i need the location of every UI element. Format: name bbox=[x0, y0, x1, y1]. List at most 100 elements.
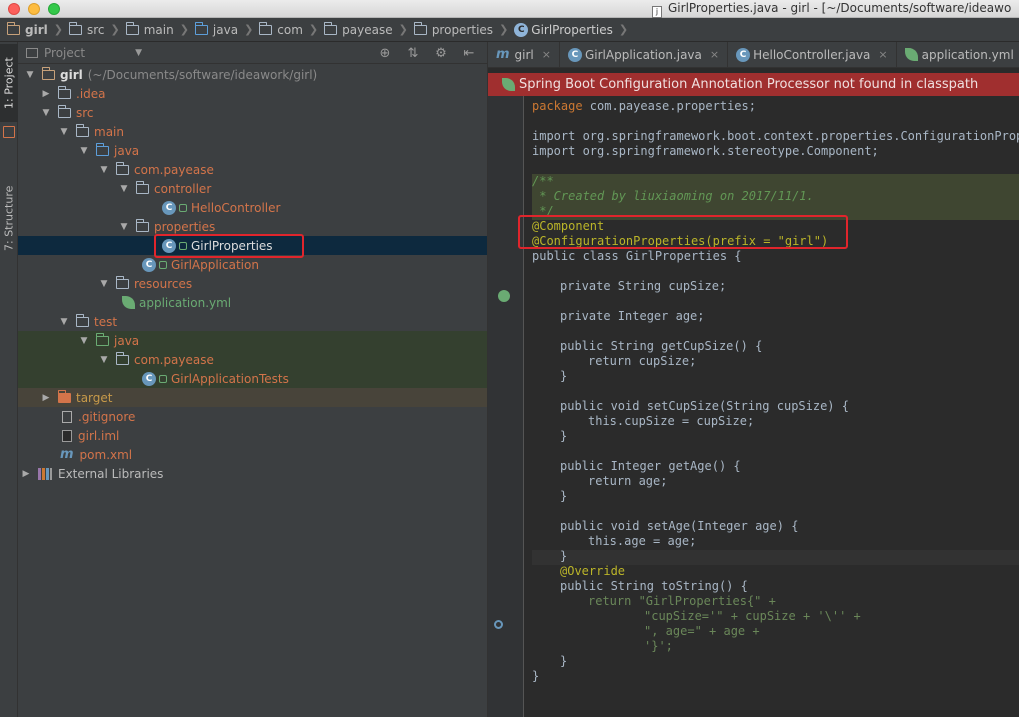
tree-item-hellocontroller[interactable]: C HelloController bbox=[18, 198, 487, 217]
project-tool-tab[interactable]: 1: Project bbox=[0, 44, 18, 122]
code-line: this.cupSize = cupSize; bbox=[588, 414, 755, 428]
tree-item-src[interactable]: ▼ src bbox=[18, 103, 487, 122]
maven-icon: m bbox=[496, 47, 510, 62]
gear-icon[interactable]: ⚙ bbox=[433, 46, 449, 61]
spring-bean-icon[interactable] bbox=[498, 290, 510, 302]
current-line-highlight bbox=[532, 550, 1019, 565]
window-title-bar: j GirlProperties.java - girl - [~/Documen… bbox=[0, 0, 1019, 18]
chevron-down-icon[interactable]: ▼ bbox=[58, 317, 70, 327]
code-line: public Integer getAge() { bbox=[560, 459, 741, 473]
code-line: public String getCupSize() { bbox=[560, 339, 763, 353]
chevron-down-icon[interactable]: ▼ bbox=[24, 70, 36, 80]
code-line: public String toString() { bbox=[560, 579, 748, 593]
tab-girlapplication[interactable]: C GirlApplication.java × bbox=[560, 42, 729, 67]
tab-girl[interactable]: m girl × bbox=[488, 42, 560, 67]
code-line: '}'; bbox=[644, 639, 673, 653]
tree-item-controller[interactable]: ▼ controller bbox=[18, 179, 487, 198]
breadcrumb-girl[interactable]: girl ❯ bbox=[4, 21, 66, 37]
project-view-selector[interactable]: Project bbox=[44, 46, 85, 60]
folder-icon bbox=[76, 123, 89, 137]
override-method-icon[interactable] bbox=[494, 620, 503, 629]
package-icon bbox=[116, 161, 129, 175]
tree-item-test-java[interactable]: ▼ java bbox=[18, 331, 487, 350]
package-icon bbox=[136, 218, 149, 232]
zoom-window-button[interactable] bbox=[48, 3, 60, 15]
tree-item-resources[interactable]: ▼ resources bbox=[18, 274, 487, 293]
folder-icon bbox=[7, 21, 20, 35]
folder-icon bbox=[68, 21, 82, 35]
chevron-down-icon[interactable]: ▼ bbox=[98, 165, 110, 175]
tree-item-girl-iml[interactable]: girl.iml bbox=[18, 426, 487, 445]
chevron-down-icon[interactable]: ▼ bbox=[58, 127, 70, 137]
chevron-right-icon[interactable]: ▶ bbox=[40, 89, 52, 99]
class-icon: C bbox=[736, 47, 751, 62]
package-icon bbox=[324, 21, 338, 35]
code-line: return cupSize; bbox=[588, 354, 697, 368]
structure-tool-tab[interactable]: 7: Structure bbox=[0, 176, 18, 260]
breadcrumb-java[interactable]: java ❯ bbox=[192, 21, 256, 37]
code-editor[interactable]: package com.payease.properties; import o… bbox=[518, 96, 1019, 717]
tree-item-gitignore[interactable]: .gitignore bbox=[18, 407, 487, 426]
breadcrumb-payease[interactable]: payease ❯ bbox=[321, 21, 411, 37]
highlight-box bbox=[154, 234, 304, 258]
tree-item-test-com-payease[interactable]: ▼ com.payease bbox=[18, 350, 487, 369]
breadcrumb-src[interactable]: src ❯ bbox=[66, 21, 123, 37]
text-file-icon bbox=[62, 410, 72, 423]
tree-item-girlapplicationtests[interactable]: C GirlApplicationTests bbox=[18, 369, 487, 388]
code-line: return age; bbox=[588, 474, 668, 488]
tab-application-yml[interactable]: application.yml× bbox=[897, 42, 1019, 67]
spring-leaf-icon bbox=[904, 48, 918, 61]
breadcrumb-girlproperties[interactable]: C GirlProperties ❯ bbox=[511, 22, 631, 37]
chevron-down-icon[interactable]: ▼ bbox=[135, 48, 142, 58]
code-line: import org.springframework.boot.context.… bbox=[532, 129, 1019, 143]
close-icon[interactable]: × bbox=[710, 48, 719, 61]
chevron-down-icon[interactable]: ▼ bbox=[78, 146, 90, 156]
code-line: return "GirlProperties{" + bbox=[588, 594, 776, 608]
collapse-all-icon[interactable]: ⇅ bbox=[405, 46, 421, 61]
chevron-down-icon[interactable]: ▼ bbox=[118, 222, 130, 232]
code-line: } bbox=[532, 669, 540, 683]
code-line: public void setCupSize(String cupSize) { bbox=[560, 399, 849, 413]
close-window-button[interactable] bbox=[8, 3, 20, 15]
scroll-from-source-icon[interactable]: ⊕ bbox=[377, 46, 393, 61]
chevron-right-icon[interactable]: ▶ bbox=[40, 393, 52, 403]
code-line: private String cupSize; bbox=[560, 279, 727, 293]
lock-icon bbox=[159, 260, 167, 269]
breadcrumb-properties[interactable]: properties ❯ bbox=[411, 21, 511, 37]
project-view-icon bbox=[26, 47, 38, 58]
tree-item-target[interactable]: ▶ target bbox=[18, 388, 487, 407]
code-line: /** bbox=[532, 174, 554, 188]
editor-area: m girl × C GirlApplication.java × C HelloCont… bbox=[487, 42, 1019, 717]
code-line: * Created by liuxiaoming on 2017/11/1. bbox=[532, 189, 814, 203]
breadcrumb-main[interactable]: main ❯ bbox=[123, 21, 192, 37]
close-icon[interactable]: × bbox=[878, 48, 887, 61]
code-line: @Override bbox=[560, 564, 626, 578]
code-line: } bbox=[560, 429, 568, 443]
warning-banner: Spring Boot Configuration Annotation Pro… bbox=[488, 73, 1019, 96]
java-file-icon: j bbox=[652, 6, 662, 18]
resources-folder-icon bbox=[116, 275, 129, 289]
tab-hellocontroller[interactable]: C HelloController.java × bbox=[728, 42, 897, 67]
excluded-folder-icon bbox=[58, 389, 71, 403]
tree-item-external-libraries[interactable]: ▶ External Libraries bbox=[18, 464, 487, 483]
chevron-down-icon[interactable]: ▼ bbox=[98, 355, 110, 365]
close-icon[interactable]: × bbox=[542, 48, 551, 61]
tree-item-pom-xml[interactable]: m pom.xml bbox=[18, 445, 487, 464]
chevron-right-icon[interactable]: ▶ bbox=[20, 469, 32, 479]
tree-item-application-yml[interactable]: application.yml bbox=[18, 293, 487, 312]
code-line: "cupSize='" + cupSize + '\'' + bbox=[644, 609, 861, 623]
tree-item-java[interactable]: ▼ java bbox=[18, 141, 487, 160]
tree-item-com-payease[interactable]: ▼ com.payease bbox=[18, 160, 487, 179]
minimize-window-button[interactable] bbox=[28, 3, 40, 15]
chevron-down-icon[interactable]: ▼ bbox=[118, 184, 130, 194]
chevron-down-icon[interactable]: ▼ bbox=[98, 279, 110, 289]
chevron-down-icon[interactable]: ▼ bbox=[40, 108, 52, 118]
chevron-down-icon[interactable]: ▼ bbox=[78, 336, 90, 346]
tree-item-test[interactable]: ▼ test bbox=[18, 312, 487, 331]
tree-item-idea[interactable]: ▶ .idea bbox=[18, 84, 487, 103]
project-panel: Project ▼ ⊕ ⇅ ⚙ ⇤ ▼ girl (~/Documents/so… bbox=[18, 42, 487, 717]
tree-item-girl[interactable]: ▼ girl (~/Documents/software/ideawork/gi… bbox=[18, 65, 487, 84]
breadcrumb-com[interactable]: com ❯ bbox=[256, 21, 321, 37]
tree-item-main[interactable]: ▼ main bbox=[18, 122, 487, 141]
hide-panel-icon[interactable]: ⇤ bbox=[461, 46, 477, 61]
